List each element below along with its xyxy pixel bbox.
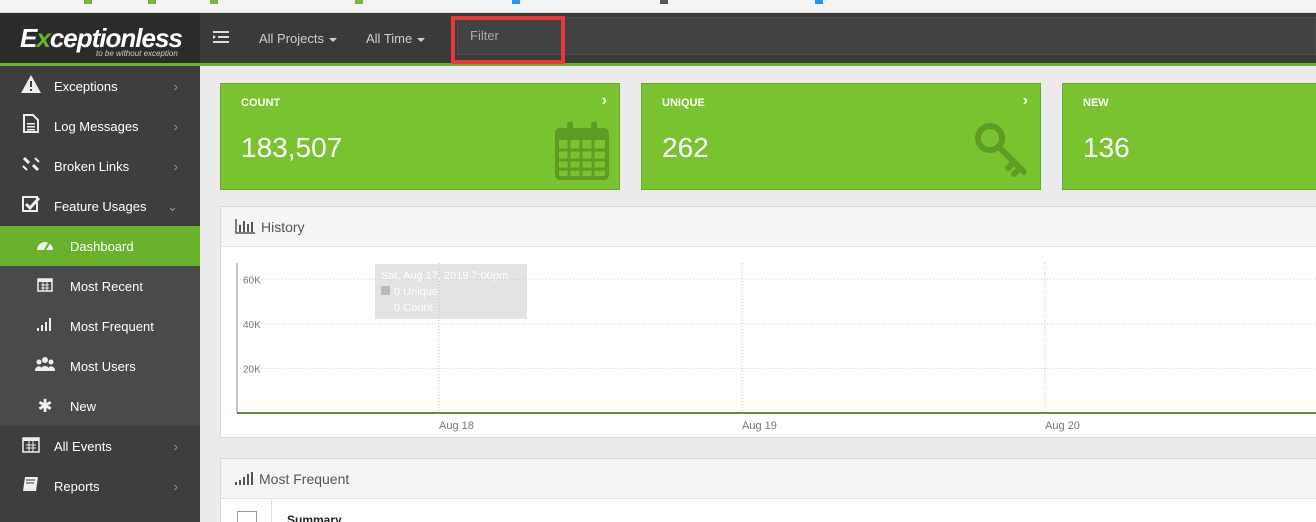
stat-value: 183,507 xyxy=(241,132,343,163)
asterisk-icon: ✱ xyxy=(37,395,53,416)
stat-label: COUNT xyxy=(241,97,281,109)
sidebar-item-broken-links[interactable]: Broken Links › xyxy=(0,146,200,186)
bookmark-marker xyxy=(512,0,520,4)
project-filter-label: All Projects xyxy=(259,31,325,46)
bookmark-marker xyxy=(815,0,823,4)
signal-icon xyxy=(34,317,56,335)
chevron-right-icon: › xyxy=(173,479,178,494)
sidebar-item-feature-usages[interactable]: Feature Usages ⌄ xyxy=(0,186,200,226)
panel-title: History xyxy=(261,218,305,235)
tooltip-unique: 0 Unique xyxy=(394,286,439,298)
sidebar-item-reports[interactable]: Reports › xyxy=(0,466,200,506)
chevron-right-icon: › xyxy=(173,159,178,174)
logo[interactable]: Exceptionless to be without exception xyxy=(0,13,200,63)
sidebar-item-dashboard[interactable]: Dashboard xyxy=(0,226,200,266)
x-tick-label: Aug 18 xyxy=(439,420,474,432)
calendar-icon xyxy=(555,122,609,185)
stat-label: UNIQUE xyxy=(662,97,705,109)
sidebar-item-label: All Events xyxy=(54,438,112,454)
top-navbar: Exceptionless to be without exception Al… xyxy=(0,13,1316,66)
column-header-summary[interactable]: Summary xyxy=(287,513,342,522)
x-tick-label: Aug 19 xyxy=(742,420,777,432)
time-filter-dropdown[interactable]: All Time xyxy=(366,31,426,46)
sidebar-item-label: Most Users xyxy=(70,358,136,374)
chevron-right-icon: › xyxy=(173,119,178,134)
chart-tooltip: Sat, Aug 17, 2019 7:00pm 0 Unique 0 Coun… xyxy=(375,264,527,319)
sidebar-item-label: Log Messages xyxy=(54,118,139,134)
tooltip-count: 0 Count xyxy=(394,302,433,314)
legend-swatch xyxy=(381,286,390,295)
bookmark-marker xyxy=(660,0,668,4)
book-icon xyxy=(18,475,44,498)
history-chart[interactable]: 20K 40K 60K Aug 18 Aug 19 Aug 20 Sat, Aug 17,… xyxy=(221,247,1316,437)
sidebar-item-label: Exceptions xyxy=(54,78,118,94)
unlink-icon xyxy=(18,155,44,178)
bookmarks-bar xyxy=(0,0,1316,13)
sidebar-item-most-recent[interactable]: Most Recent xyxy=(0,266,200,306)
sidebar-item-exceptions[interactable]: Exceptions › xyxy=(0,66,200,106)
sidebar-item-most-users[interactable]: Most Users xyxy=(0,346,200,386)
column-divider xyxy=(271,500,272,522)
stat-card-unique[interactable]: UNIQUE 262 › xyxy=(641,83,1041,190)
caret-down-icon xyxy=(329,37,338,42)
chevron-right-icon: › xyxy=(173,79,178,94)
calendar-icon xyxy=(18,435,44,458)
project-filter-dropdown[interactable]: All Projects xyxy=(259,31,338,46)
tooltip-date: Sat, Aug 17, 2019 7:00pm xyxy=(381,270,509,282)
chevron-right-icon: › xyxy=(173,439,178,454)
stat-label: NEW xyxy=(1083,97,1109,109)
y-tick-label: 20K xyxy=(243,364,261,375)
sidebar-item-all-events[interactable]: All Events › xyxy=(0,426,200,466)
stat-card-count[interactable]: COUNT 183,507 › xyxy=(220,83,620,190)
bookmark-marker xyxy=(355,0,363,4)
sidebar-item-log-messages[interactable]: Log Messages › xyxy=(0,106,200,146)
y-tick-label: 40K xyxy=(243,320,261,331)
time-filter-label: All Time xyxy=(366,31,413,46)
y-tick-label: 60K xyxy=(243,275,261,286)
users-icon xyxy=(34,356,56,376)
sidebar-item-label: Most Frequent xyxy=(70,318,154,334)
bookmark-marker xyxy=(210,0,218,4)
check-square-icon xyxy=(18,195,44,218)
sidebar-item-label: Broken Links xyxy=(54,158,130,174)
x-tick-label: Aug 20 xyxy=(1045,420,1080,432)
sidebar-item-most-frequent[interactable]: Most Frequent xyxy=(0,306,200,346)
calendar-icon xyxy=(34,276,56,296)
stat-value: 262 xyxy=(662,132,709,163)
chevron-down-icon: ⌄ xyxy=(167,199,178,214)
warning-icon xyxy=(18,74,44,98)
select-all-checkbox[interactable] xyxy=(237,511,257,522)
bookmark-marker xyxy=(84,0,92,4)
stat-card-new[interactable]: NEW 136 xyxy=(1062,83,1316,190)
most-frequent-panel: Most Frequent Summary xyxy=(220,458,1316,522)
sidebar-item-label: Feature Usages xyxy=(54,198,147,214)
sidebar-toggle-icon[interactable] xyxy=(213,30,231,46)
file-text-icon xyxy=(18,114,44,138)
caret-down-icon xyxy=(417,37,426,42)
sidebar-item-label: Dashboard xyxy=(70,238,134,254)
chevron-right-icon: › xyxy=(1022,92,1028,109)
logo-tagline: to be without exception xyxy=(96,49,178,58)
main-content: COUNT 183,507 › UNIQUE 262 › NEW 136 His… xyxy=(200,66,1316,522)
bookmark-marker xyxy=(148,0,156,4)
sidebar-item-label: Reports xyxy=(54,478,100,494)
signal-icon xyxy=(235,472,253,485)
filter-highlight-box xyxy=(451,16,565,64)
key-icon xyxy=(974,122,1030,183)
sidebar-item-new[interactable]: ✱ New xyxy=(0,386,200,426)
sidebar-item-label: Most Recent xyxy=(70,278,143,294)
stat-value: 136 xyxy=(1083,132,1130,163)
history-panel: History 20K 40K 60K Aug 18 Aug 19 Aug 20 Sat,… xyxy=(220,206,1316,438)
panel-title: Most Frequent xyxy=(259,470,350,487)
panel-header: Most Frequent xyxy=(221,459,1316,499)
sidebar: Exceptions › Log Messages › Broken Links… xyxy=(0,66,200,522)
panel-header: History xyxy=(221,207,1316,247)
chevron-right-icon: › xyxy=(601,92,607,109)
tooltip-unique-row: 0 Unique xyxy=(381,284,521,300)
bar-chart-icon xyxy=(235,219,255,234)
sidebar-item-label: New xyxy=(70,398,97,414)
tachometer-icon xyxy=(34,237,56,255)
filter-box xyxy=(457,17,1316,55)
